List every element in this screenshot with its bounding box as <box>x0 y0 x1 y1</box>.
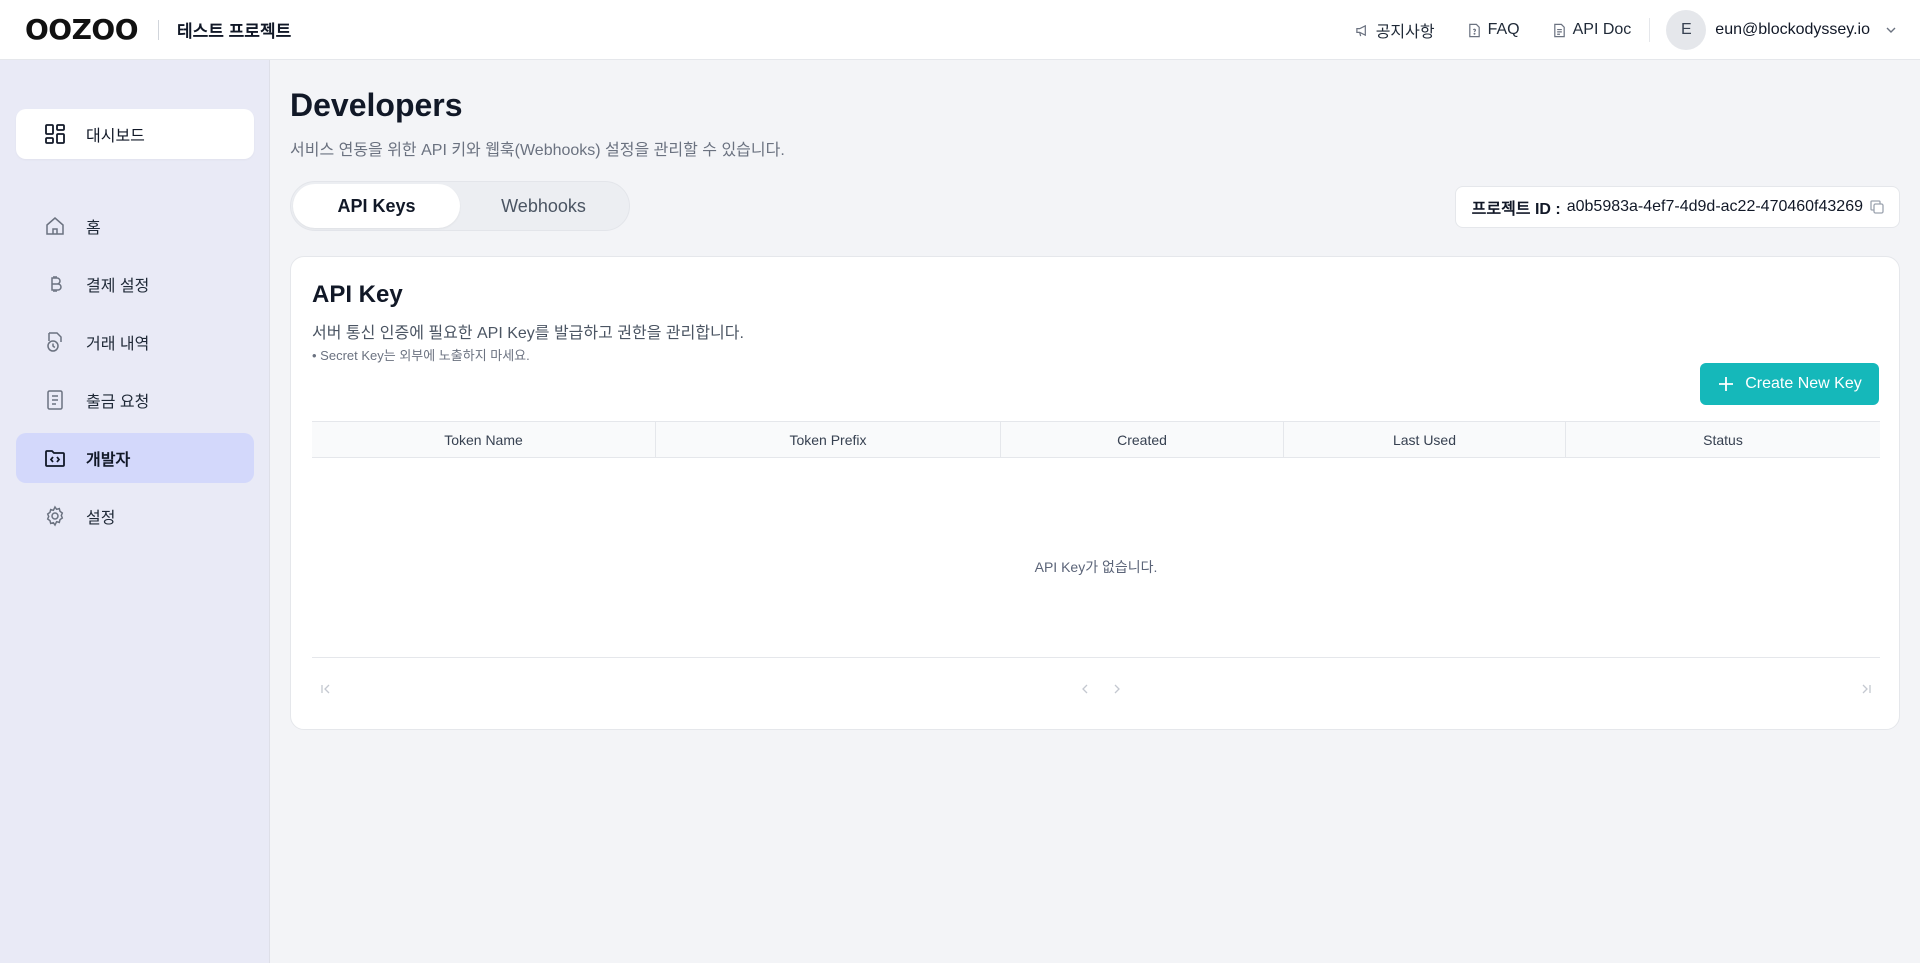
table-header: Token Name Token Prefix Created Last Use… <box>312 421 1880 458</box>
project-id-label: 프로젝트 ID : <box>1471 201 1561 218</box>
gear-icon <box>46 505 64 527</box>
sidebar-item-label: 대시보드 <box>86 128 145 145</box>
page-description: 서비스 연동을 위한 API 키와 웹훅(Webhooks) 설정을 관리할 수… <box>290 142 785 159</box>
table-bottom-border <box>312 657 1880 658</box>
sidebar-item-label: 거래 내역 <box>86 336 150 353</box>
tab-webhooks[interactable]: Webhooks <box>460 184 627 228</box>
notice-link[interactable]: 공지사항 <box>1355 18 1435 42</box>
sidebar-item-label: 홈 <box>86 220 101 237</box>
project-name[interactable]: 테스트 프로젝트 <box>177 17 291 42</box>
tab-bar: API Keys Webhooks <box>290 181 630 231</box>
sidebar-item-label: 설정 <box>86 510 116 527</box>
top-header: OOZOO 테스트 프로젝트 공지사항 FAQ API Doc E eun@bl… <box>0 0 1920 60</box>
next-page-icon[interactable] <box>1109 681 1125 697</box>
document-list-icon <box>47 390 63 410</box>
copy-icon[interactable] <box>1869 199 1885 215</box>
header-separator <box>1649 18 1651 42</box>
column-header-token-prefix: Token Prefix <box>656 422 1001 457</box>
faq-document-icon <box>1468 23 1480 37</box>
tab-api-keys[interactable]: API Keys <box>293 184 460 228</box>
code-folder-icon <box>45 450 65 467</box>
dashboard-grid-icon <box>45 124 65 144</box>
sidebar-item-dashboard[interactable]: 대시보드 <box>16 109 254 159</box>
card-note: • Secret Key는 외부에 노출하지 마세요. <box>312 348 530 363</box>
sidebar-item-withdrawal[interactable]: 출금 요청 <box>16 375 254 425</box>
home-icon <box>46 217 64 235</box>
sidebar-item-developers[interactable]: 개발자 <box>16 433 254 483</box>
sidebar-item-home[interactable]: 홈 <box>16 201 254 251</box>
card-title: API Key <box>312 281 403 308</box>
sidebar-item-label: 결제 설정 <box>86 278 150 295</box>
notice-link-label: 공지사항 <box>1375 24 1435 41</box>
api-doc-link[interactable]: API Doc <box>1552 21 1632 39</box>
logo[interactable]: OOZOO <box>25 13 139 46</box>
sidebar-item-payment-settings[interactable]: 결제 설정 <box>16 259 254 309</box>
chevron-down-icon[interactable] <box>1884 23 1898 37</box>
plus-icon <box>1719 377 1734 391</box>
sidebar-item-label: 출금 요청 <box>86 394 150 411</box>
project-id-box: 프로젝트 ID : a0b5983a-4ef7-4d9d-ac22-470460… <box>1454 186 1900 228</box>
first-page-icon[interactable] <box>318 681 334 697</box>
create-new-key-button[interactable]: Create New Key <box>1700 363 1879 405</box>
last-page-icon[interactable] <box>1858 681 1874 697</box>
column-header-last-used: Last Used <box>1284 422 1566 457</box>
megaphone-icon <box>1355 24 1366 36</box>
column-header-status: Status <box>1703 431 1743 448</box>
previous-page-icon[interactable] <box>1077 681 1093 697</box>
project-id-value: a0b5983a-4ef7-4d9d-ac22-470460f43269 <box>1566 198 1863 215</box>
card-description: 서버 통신 인증에 필요한 API Key를 발급하고 권한을 관리합니다. <box>312 325 744 342</box>
header-actions: 공지사항 FAQ API Doc E eun@blockodyssey.io <box>1355 0 1920 60</box>
faq-link[interactable]: FAQ <box>1467 21 1520 39</box>
sidebar-item-transactions[interactable]: 거래 내역 <box>16 317 254 367</box>
empty-table-message: API Key가 없습니다. <box>1034 559 1158 575</box>
page-title: Developers <box>290 87 463 123</box>
sidebar-item-settings[interactable]: 설정 <box>16 491 254 541</box>
api-doc-link-label: API Doc <box>1572 21 1632 38</box>
api-key-card: API Key 서버 통신 인증에 필요한 API Key를 발급하고 권한을 … <box>290 256 1900 730</box>
logo-text: OOZOO <box>25 13 139 46</box>
column-header-created: Created <box>1001 422 1284 457</box>
faq-link-label: FAQ <box>1487 21 1520 38</box>
avatar[interactable]: E <box>1666 10 1707 50</box>
transaction-history-icon <box>47 332 62 352</box>
create-new-key-label: Create New Key <box>1745 375 1862 392</box>
bitcoin-icon <box>51 276 62 292</box>
column-header-token-name: Token Name <box>312 422 656 457</box>
sidebar: 대시보드 홈 결제 설정 거래 내역 출금 요청 개발자 설정 <box>0 60 270 963</box>
sidebar-item-label: 개발자 <box>86 452 131 469</box>
document-icon <box>1553 23 1565 37</box>
user-email[interactable]: eun@blockodyssey.io <box>1715 21 1870 39</box>
header-divider <box>158 19 160 40</box>
